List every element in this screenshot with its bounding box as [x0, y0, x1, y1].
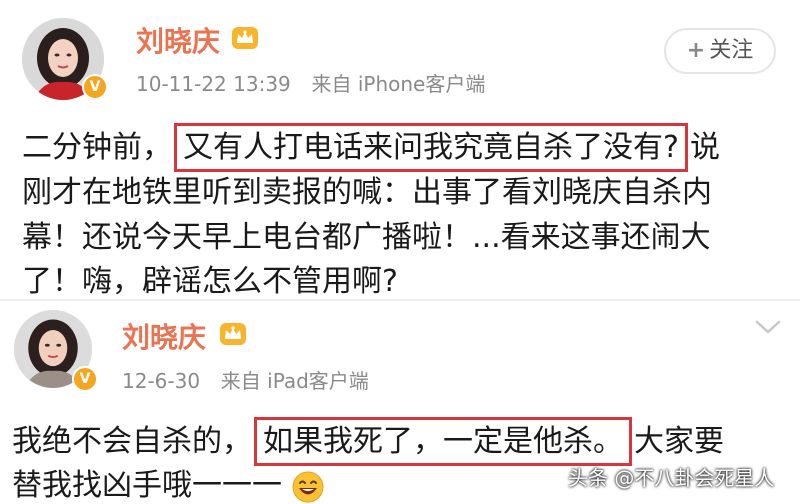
post-text-line-1: 二分钟前， 又有人打电话来问我究竟自杀了没有? 说 [22, 122, 720, 172]
plus-icon: + [686, 38, 706, 63]
highlight-box: 又有人打电话来问我究竟自杀了没有? [174, 123, 688, 172]
text-segment: 我绝不会自杀的， [12, 424, 252, 459]
verified-badge-icon: V [72, 366, 98, 392]
weibo-post-1: V 刘晓庆 10-11-22 13:39 来自 iPhone客户端 + 关注 二分… [0, 0, 800, 300]
laughing-emoji-icon [292, 471, 324, 502]
highlight-box: 如果我死了，一定是他杀。 [254, 417, 632, 466]
source-client: 来自 iPhone客户端 [311, 72, 486, 96]
follow-label: 关注 [709, 38, 754, 63]
chevron-down-icon[interactable] [754, 318, 782, 336]
post-meta: 10-11-22 13:39 来自 iPhone客户端 [136, 68, 485, 97]
post-meta: 12-6-30 来自 iPad客户端 [122, 365, 369, 394]
verified-badge-icon: V [82, 74, 108, 100]
follow-button[interactable]: + 关注 [664, 28, 776, 74]
crown-icon [232, 27, 258, 49]
post-text-line-1: 我绝不会自杀的， 如果我死了，一定是他杀。 大家要 [12, 416, 724, 466]
post-text-line-4: 了！嗨，辟谣怎么不管用啊? [22, 264, 398, 299]
post-text-line-3: 幕！还说今天早上电台都广播啦！...看来这事还闹大 [22, 220, 711, 255]
text-segment: 二分钟前， [22, 130, 172, 165]
timestamp[interactable]: 10-11-22 13:39 [136, 72, 291, 96]
post-text-line-2: 替我找凶手哦一一一 [12, 460, 324, 504]
source-client: 来自 iPad客户端 [220, 369, 369, 393]
post-text-line-2: 刚才在地铁里听到卖报的喊：出事了看刘晓庆自杀内 [22, 175, 712, 210]
text-segment: 替我找凶手哦一一一 [12, 468, 282, 503]
crown-icon [220, 323, 246, 345]
username[interactable]: 刘晓庆 [122, 316, 206, 356]
username[interactable]: 刘晓庆 [136, 20, 220, 60]
timestamp[interactable]: 12-6-30 [122, 369, 200, 393]
watermark: 头条 @不八卦会死星人 [568, 466, 775, 490]
text-segment: 说 [689, 130, 720, 165]
text-segment: 大家要 [634, 424, 724, 459]
